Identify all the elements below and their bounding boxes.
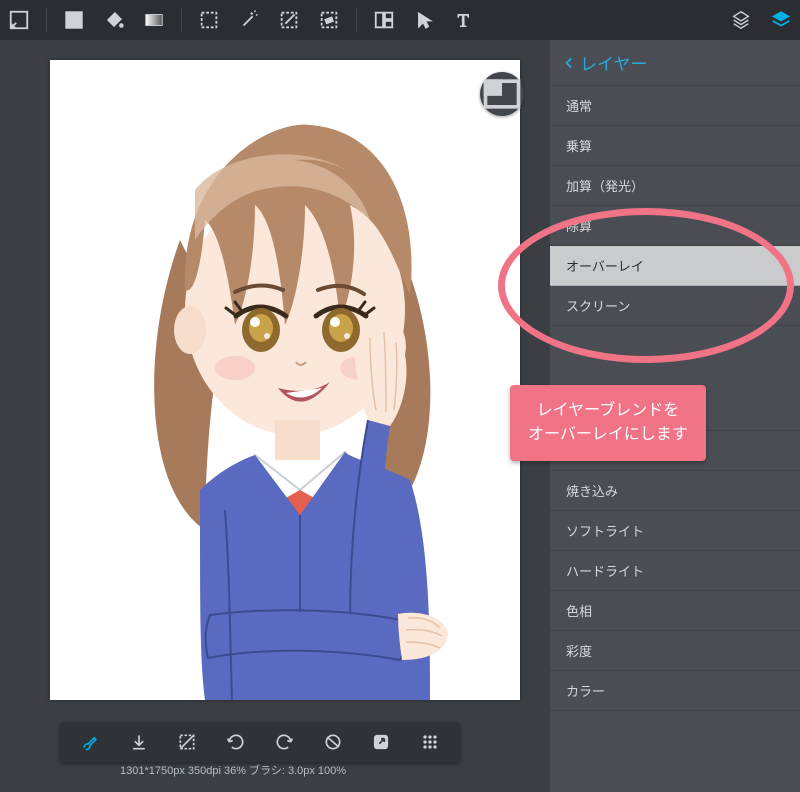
canvas[interactable] [50, 60, 520, 700]
blend-mode-item[interactable]: カラー [550, 671, 800, 711]
blend-mode-label: 加算（発光） [566, 176, 644, 195]
blend-mode-label: 焼き込み [566, 481, 618, 500]
blend-mode-item[interactable]: スクリーン [550, 286, 800, 326]
status-bar: 1301*1750px 350dpi 36% ブラシ: 3.0px 100% [120, 762, 346, 778]
eraser-icon[interactable] [318, 9, 340, 31]
bottom-toolbar [60, 722, 460, 762]
materials-icon[interactable] [730, 9, 752, 31]
blend-mode-label: オーバーレイ [566, 256, 644, 275]
resize-icon[interactable] [8, 9, 30, 31]
annotation-callout: レイヤーブレンドをオーバーレイにします [510, 385, 706, 461]
rotate-cw-icon[interactable] [274, 732, 294, 752]
brush-icon[interactable] [80, 732, 100, 752]
toolbar-select-group [198, 9, 340, 31]
chevron-left-icon [562, 55, 576, 71]
layers-icon[interactable] [770, 9, 792, 31]
blend-mode-label: カラー [566, 681, 605, 700]
blend-mode-label: 通常 [566, 96, 592, 115]
rect-select-icon[interactable] [198, 9, 220, 31]
rotate-ccw-icon[interactable] [226, 732, 246, 752]
share-icon[interactable] [371, 732, 391, 752]
blend-mode-item[interactable]: 乗算 [550, 126, 800, 166]
blend-mode-item[interactable]: オーバーレイ [550, 246, 800, 286]
blend-mode-label: ハードライト [566, 561, 644, 580]
color-swatch-icon[interactable] [63, 9, 85, 31]
blend-mode-label: ソフトライト [566, 521, 644, 540]
flip-icon[interactable] [323, 732, 343, 752]
reference-window-button[interactable] [480, 72, 524, 116]
top-toolbar: T [0, 0, 800, 40]
text-icon[interactable]: T [453, 9, 475, 31]
blend-mode-label: スクリーン [566, 296, 630, 315]
toolbar-right-group [730, 9, 792, 31]
blend-mode-item[interactable]: ソフトライト [550, 511, 800, 551]
blend-mode-item[interactable]: ハードライト [550, 551, 800, 591]
blend-mode-item[interactable]: 通常 [550, 86, 800, 126]
toolbar-left-group [8, 9, 30, 31]
brush-tool-icon[interactable] [278, 9, 300, 31]
blend-mode-item[interactable]: 除算 [550, 206, 800, 246]
blend-mode-label: 除算 [566, 216, 592, 235]
deselect-icon[interactable] [177, 732, 197, 752]
toolbar-misc-group: T [373, 9, 475, 31]
artwork [50, 60, 520, 700]
layout-icon[interactable] [373, 9, 395, 31]
blend-mode-item[interactable]: 加算（発光） [550, 166, 800, 206]
panel-back-button[interactable]: レイヤー [550, 40, 800, 86]
wand-icon[interactable] [238, 9, 260, 31]
download-icon[interactable] [129, 732, 149, 752]
bucket-icon[interactable] [103, 9, 125, 31]
gradient-icon[interactable] [143, 9, 165, 31]
blend-mode-label: 彩度 [566, 641, 592, 660]
svg-text:T: T [458, 10, 469, 30]
canvas-area: 1301*1750px 350dpi 36% ブラシ: 3.0px 100% [0, 40, 550, 792]
panel-title: レイヤー [580, 50, 648, 75]
grid-icon[interactable] [420, 732, 440, 752]
blend-mode-item[interactable]: 焼き込み [550, 471, 800, 511]
blend-mode-label: 乗算 [566, 136, 592, 155]
blend-mode-item[interactable]: 彩度 [550, 631, 800, 671]
toolbar-paint-group [63, 9, 165, 31]
cursor-icon[interactable] [413, 9, 435, 31]
blend-mode-item[interactable]: 色相 [550, 591, 800, 631]
blend-mode-label: 色相 [566, 601, 592, 620]
